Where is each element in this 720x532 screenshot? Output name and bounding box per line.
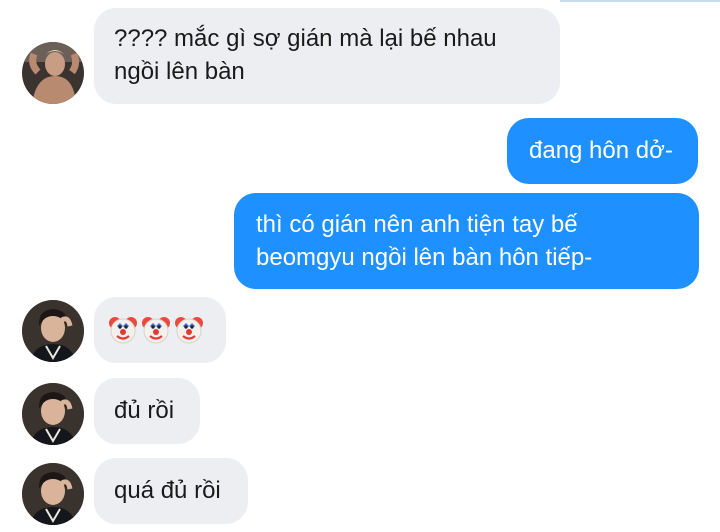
message-text-line: thì có gián nên anh tiện tay bế xyxy=(256,211,578,238)
clown-face-icon xyxy=(175,317,203,344)
chat-conversation: ???? mắc gì sợ gián mà lại bế nhau ngồi … xyxy=(0,0,720,532)
contact-avatar[interactable] xyxy=(22,463,84,525)
message-text-line: ngồi lên bàn xyxy=(114,58,245,85)
message-bubble[interactable]: quá đủ rồi xyxy=(94,458,248,524)
contact-avatar[interactable] xyxy=(22,42,84,104)
message-bubble[interactable]: thì có gián nên anh tiện tay bế beomgyu … xyxy=(234,193,699,289)
emoji-group xyxy=(108,297,212,363)
message-bubble[interactable]: đang hôn dở- xyxy=(507,118,698,184)
message-text: đủ rồi xyxy=(114,397,175,424)
clown-face-icon xyxy=(142,317,170,344)
message-bubble[interactable]: ???? mắc gì sợ gián mà lại bế nhau ngồi … xyxy=(94,8,560,104)
message-bubble[interactable] xyxy=(94,297,226,363)
message-bubble[interactable]: đủ rồi xyxy=(94,378,200,444)
contact-avatar[interactable] xyxy=(22,300,84,362)
message-text: quá đủ rồi xyxy=(114,477,221,504)
message-text: đang hôn dở- xyxy=(529,137,673,164)
clown-face-icon xyxy=(109,317,137,344)
message-text-line: ???? mắc gì sợ gián mà lại bế nhau xyxy=(114,25,497,52)
divider xyxy=(560,0,720,2)
contact-avatar[interactable] xyxy=(22,383,84,445)
message-text-line: beomgyu ngồi lên bàn hôn tiếp- xyxy=(256,244,593,271)
